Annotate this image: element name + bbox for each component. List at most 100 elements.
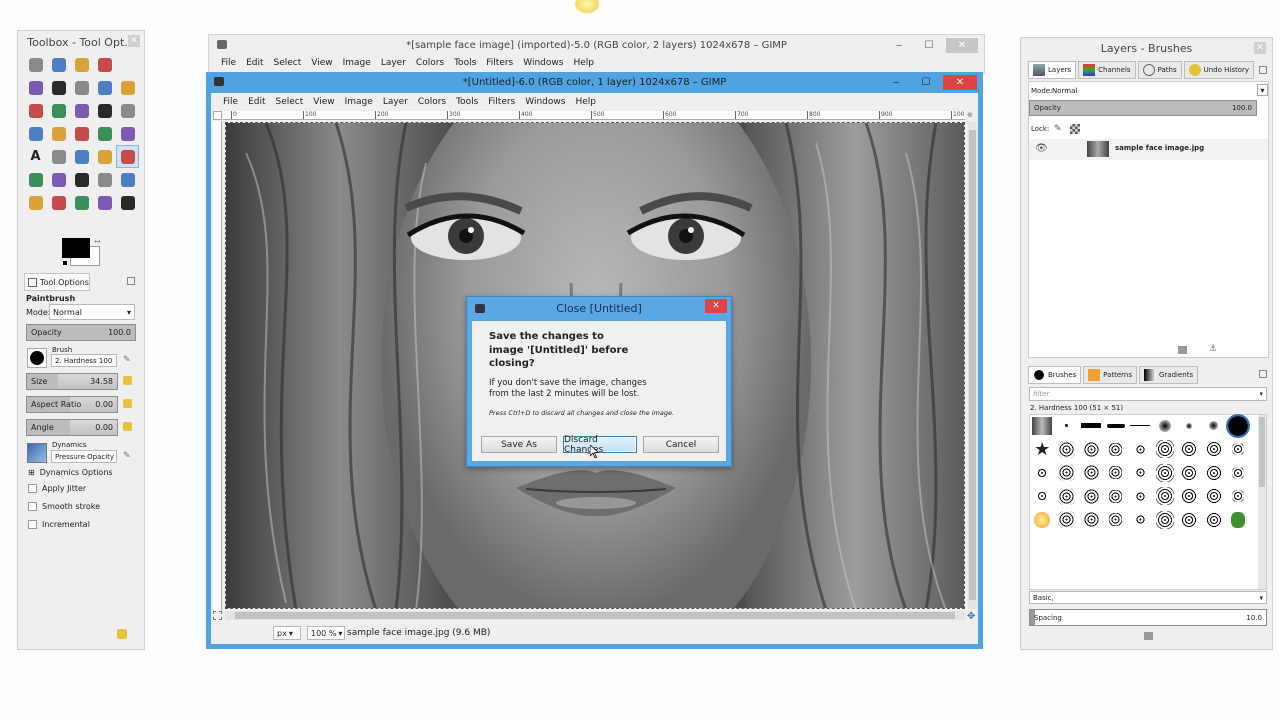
free-select-tool-icon[interactable]	[70, 53, 93, 76]
shear-tool-icon[interactable]	[47, 122, 70, 145]
tab-layers[interactable]: Layers	[1028, 61, 1077, 79]
reset-aspect-icon[interactable]	[123, 399, 132, 408]
tab-gradients[interactable]: Gradients	[1139, 366, 1199, 384]
horizontal-ruler[interactable]: 0 100 200 300 400 500 600 700 800 900 1000	[223, 111, 965, 120]
brush-preset-icon[interactable]	[1202, 438, 1227, 462]
paintbrush-tool-icon[interactable]	[116, 145, 139, 168]
brush-preset-icon[interactable]: ★	[1030, 438, 1055, 462]
default-colors-icon[interactable]	[62, 260, 68, 266]
layer-row[interactable]: 👁 sample face image.jpg	[1029, 139, 1268, 160]
eraser-tool-icon[interactable]	[24, 168, 47, 191]
brush-preset-icon[interactable]	[1055, 438, 1080, 462]
lock-alpha-icon[interactable]	[1070, 124, 1080, 134]
brush-preset-icon[interactable]	[1030, 414, 1055, 438]
flip-tool-icon[interactable]	[93, 122, 116, 145]
configure-tab-icon[interactable]	[1259, 66, 1267, 74]
brush-preset-icon[interactable]	[1104, 438, 1129, 462]
brush-preset-icon[interactable]	[1104, 461, 1129, 485]
color-picker-tool-icon[interactable]	[93, 76, 116, 99]
back-menu-select[interactable]: Select	[274, 58, 302, 68]
back-menu-windows[interactable]: Windows	[523, 58, 563, 68]
perspective-tool-icon[interactable]	[70, 122, 93, 145]
tab-tool-options[interactable]: Tool Options	[24, 273, 90, 291]
reset-angle-icon[interactable]	[123, 422, 132, 431]
brush-preset-icon[interactable]	[1128, 438, 1153, 462]
eye-icon[interactable]: 👁	[1035, 143, 1048, 154]
back-menu-layer[interactable]: Layer	[381, 58, 406, 68]
airbrush-tool-icon[interactable]	[47, 168, 70, 191]
blur-tool-icon[interactable]	[70, 191, 93, 214]
brush-preset-icon[interactable]	[1079, 485, 1104, 509]
ruler-corner[interactable]	[213, 111, 222, 120]
horizontal-scrollbar[interactable]	[225, 611, 965, 620]
reset-brush-icon[interactable]: ✎	[123, 355, 131, 365]
opacity-slider[interactable]: Opacity 100.0	[26, 324, 136, 341]
chevron-down-icon[interactable]: ▾	[1257, 84, 1268, 96]
brush-preset-icon[interactable]	[1226, 461, 1251, 485]
navigation-icon[interactable]: ✥	[967, 611, 975, 622]
foreground-select-tool-icon[interactable]	[47, 76, 70, 99]
dynamics-field[interactable]: Pressure Opacity	[51, 450, 117, 463]
zoom-tool-icon[interactable]	[116, 76, 139, 99]
size-slider[interactable]: Size 34.58	[26, 373, 118, 390]
brush-action-icon[interactable]	[1144, 632, 1153, 640]
tab-undo-history[interactable]: Undo History	[1183, 61, 1255, 79]
minimize-button[interactable]: ‒	[883, 75, 909, 90]
front-window-close-button[interactable]: ✕	[943, 75, 977, 90]
front-menu-select[interactable]: Select	[276, 97, 304, 107]
maximize-button[interactable]: ☐	[913, 75, 939, 90]
brush-preset-icon[interactable]	[1202, 414, 1227, 438]
brush-preset-icon[interactable]	[1055, 508, 1080, 532]
save-as-button[interactable]: Save As	[481, 436, 557, 453]
ellipse-select-tool-icon[interactable]	[47, 53, 70, 76]
anchor-icon[interactable]: ⚓	[1209, 344, 1217, 354]
brush-preset-icon[interactable]	[1128, 508, 1153, 532]
rotate-tool-icon[interactable]	[116, 99, 139, 122]
brush-preset-icon[interactable]	[1226, 413, 1251, 438]
brush-preview[interactable]	[27, 348, 47, 368]
front-menu-edit[interactable]: Edit	[248, 97, 265, 107]
brush-tag-input[interactable]: Basic, ▾	[1029, 591, 1267, 604]
layer-action-icon[interactable]	[1178, 346, 1187, 354]
discard-changes-button[interactable]: Discard Changes	[563, 435, 637, 455]
tab-brushes[interactable]: Brushes	[1028, 366, 1082, 384]
edit-dynamics-icon[interactable]: ✎	[123, 451, 131, 461]
back-menu-tools[interactable]: Tools	[454, 58, 476, 68]
brush-preset-icon[interactable]	[1079, 438, 1104, 462]
brush-preset-icon[interactable]	[1128, 414, 1153, 438]
move-tool-icon[interactable]	[47, 99, 70, 122]
smooth-stroke-checkbox[interactable]: Smooth stroke	[28, 502, 100, 511]
brush-preset-icon[interactable]	[1226, 438, 1251, 462]
fuzzy-select-tool-icon[interactable]	[93, 53, 116, 76]
paths-tool-icon[interactable]	[70, 76, 93, 99]
quick-mask-icon[interactable]	[213, 611, 222, 620]
brush-preset-icon[interactable]	[1153, 414, 1178, 438]
dynamics-options-expander[interactable]: ⊞ Dynamics Options	[28, 468, 113, 477]
heal-tool-icon[interactable]	[47, 145, 70, 168]
tab-patterns[interactable]: Patterns	[1083, 366, 1137, 384]
front-menu-windows[interactable]: Windows	[525, 97, 565, 107]
align-tool-icon[interactable]	[70, 99, 93, 122]
brush-preset-icon[interactable]	[1177, 414, 1202, 438]
brush-preset-icon[interactable]	[1030, 461, 1055, 485]
brush-preset-icon[interactable]	[1128, 461, 1153, 485]
front-menu-tools[interactable]: Tools	[456, 97, 478, 107]
brush-preset-icon[interactable]	[1226, 485, 1251, 509]
navigate-icon[interactable]: ⊕	[967, 111, 976, 120]
reset-size-icon[interactable]	[123, 376, 132, 385]
dialog-close-button[interactable]: ✕	[705, 299, 727, 313]
front-menu-colors[interactable]: Colors	[418, 97, 446, 107]
configure-tab-icon[interactable]	[1259, 370, 1267, 378]
bucket-fill-tool-icon[interactable]	[24, 191, 47, 214]
swap-colors-icon[interactable]: ↔	[94, 237, 101, 246]
dodge-burn-tool-icon[interactable]	[93, 191, 116, 214]
brush-preset-icon[interactable]	[1202, 508, 1227, 532]
brush-preset-icon[interactable]	[1226, 508, 1251, 532]
scale-tool-icon[interactable]	[24, 122, 47, 145]
brush-preset-icon[interactable]	[1104, 485, 1129, 509]
dodge-tool-icon[interactable]	[47, 191, 70, 214]
brush-scrollbar[interactable]	[1258, 415, 1266, 589]
brush-preset-icon[interactable]	[1202, 461, 1227, 485]
brush-preset-icon[interactable]	[1128, 485, 1153, 509]
brush-field[interactable]: 2. Hardness 100	[51, 354, 117, 367]
